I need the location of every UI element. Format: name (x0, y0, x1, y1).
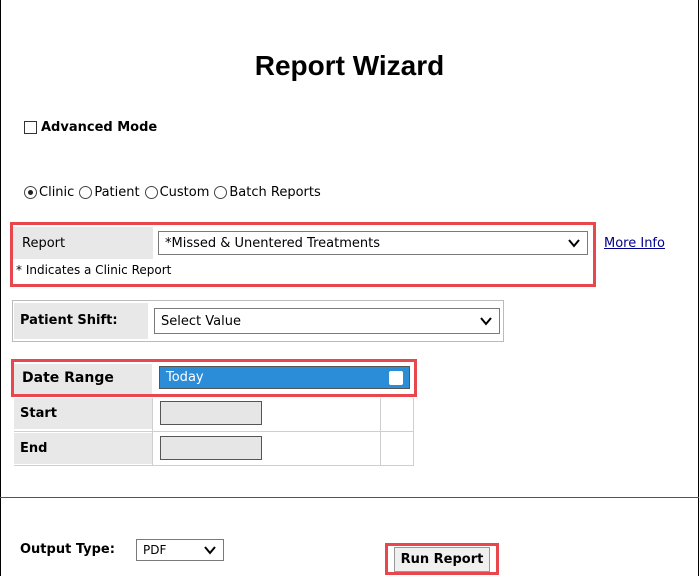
radio-patient-label: Patient (94, 185, 140, 200)
start-date-input[interactable] (160, 401, 262, 425)
report-type-radios: Clinic Patient Custom Batch Reports (24, 185, 326, 200)
advanced-mode-toggle[interactable]: Advanced Mode (24, 120, 157, 135)
chevron-down-icon (204, 546, 216, 555)
date-range-highlight (11, 359, 417, 397)
more-info-link[interactable]: More Info (604, 236, 665, 251)
patient-shift-label: Patient Shift: (20, 313, 118, 328)
advanced-mode-label: Advanced Mode (41, 120, 158, 135)
radio-batch-reports[interactable] (214, 186, 228, 199)
output-type-label: Output Type: (20, 542, 115, 557)
grid-line (14, 431, 414, 432)
radio-clinic[interactable] (24, 186, 37, 199)
output-type-select[interactable]: PDF (136, 539, 224, 561)
page-title: Report Wizard (254, 50, 445, 81)
grid-line (380, 398, 381, 466)
start-label: Start (20, 406, 57, 421)
divider (0, 497, 699, 498)
report-highlight (10, 222, 596, 287)
run-report-button[interactable]: Run Report (385, 543, 499, 575)
grid-line (152, 398, 153, 466)
radio-patient[interactable] (79, 186, 93, 199)
radio-clinic-label: Clinic (39, 185, 75, 200)
advanced-mode-checkbox[interactable] (24, 121, 37, 134)
report-wizard-panel (0, 0, 699, 576)
patient-shift-select[interactable]: Select Value (154, 308, 500, 334)
end-label: End (20, 441, 48, 456)
grid-line (413, 398, 414, 466)
patient-shift-value: Select Value (161, 313, 241, 329)
end-date-input[interactable] (160, 436, 262, 460)
radio-custom[interactable] (144, 186, 158, 199)
radio-batch-reports-label: Batch Reports (229, 185, 321, 200)
grid-line (14, 465, 414, 466)
chevron-down-icon (480, 317, 492, 326)
radio-custom-label: Custom (159, 185, 210, 200)
output-type-value: PDF (143, 543, 167, 557)
run-report-label: Run Report (393, 546, 491, 572)
